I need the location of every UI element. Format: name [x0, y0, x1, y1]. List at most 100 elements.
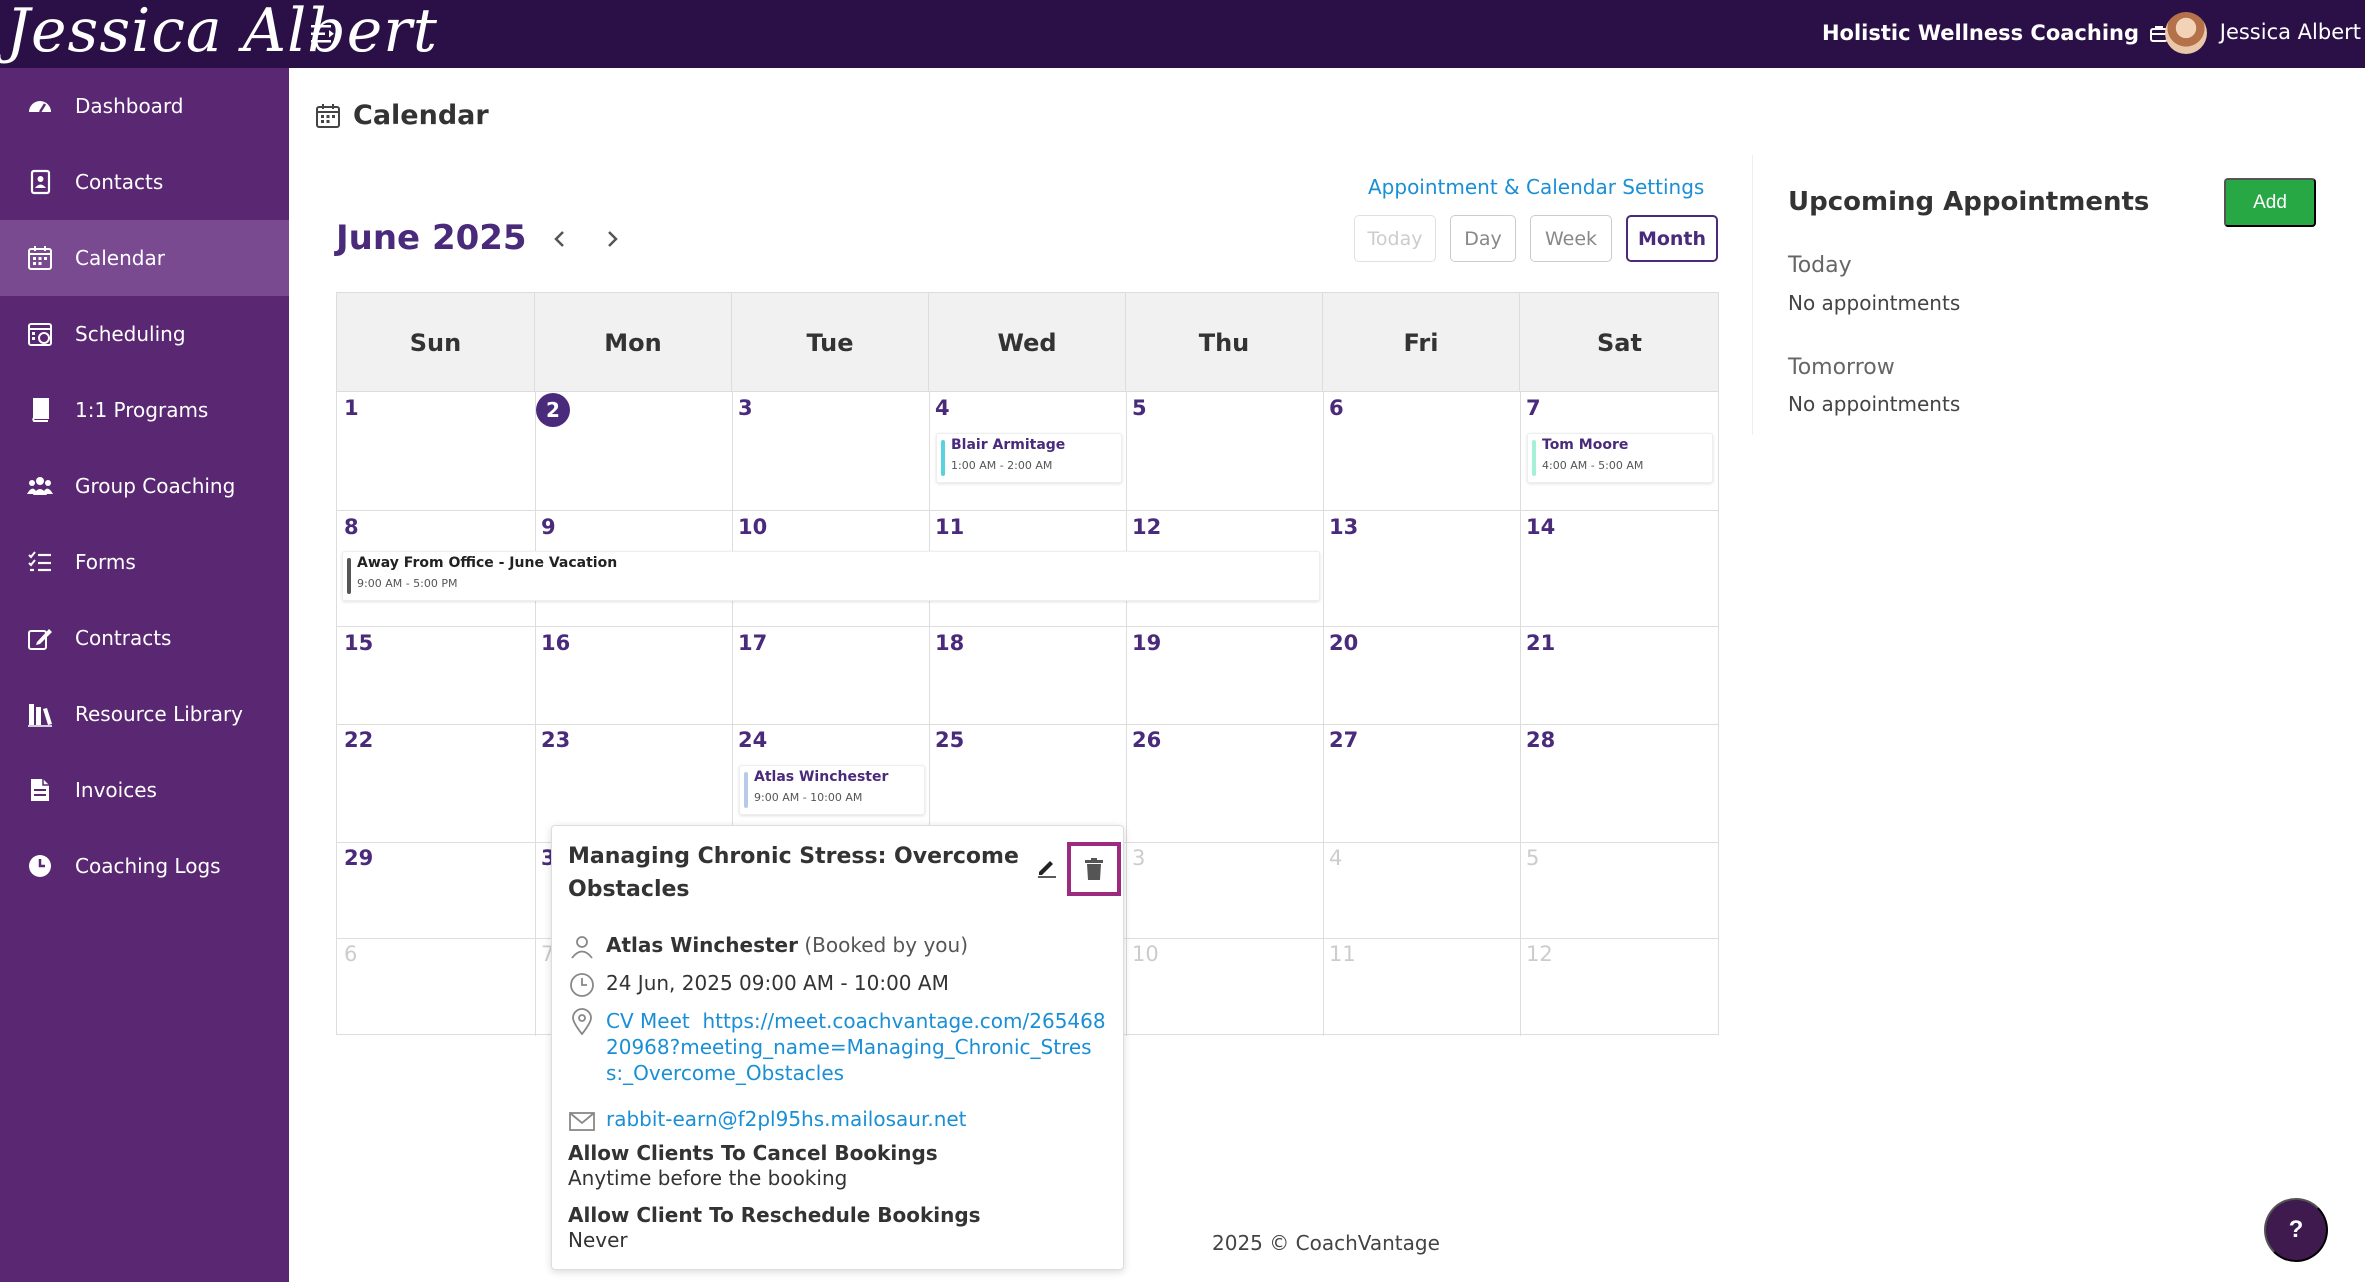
location-pin-icon — [572, 1008, 592, 1036]
sidebar: Dashboard Contacts Calendar Scheduling 1… — [0, 68, 289, 1282]
calendar-header-row: Sun Mon Tue Wed Thu Fri Sat — [337, 293, 1718, 392]
event-atlas-winchester[interactable]: Atlas Winchester 9:00 AM - 10:00 AM — [739, 765, 925, 815]
event-details-popup: Managing Chronic Stress: Overcome Obstac… — [551, 825, 1124, 1270]
day-cell-number[interactable]: 12 — [1526, 942, 1553, 966]
scheduling-icon — [28, 323, 52, 346]
sidebar-item-invoices[interactable]: Invoices — [0, 752, 289, 828]
day-cell-number[interactable]: 23 — [541, 728, 570, 752]
event-client-name: Atlas Winchester — [606, 933, 798, 957]
user-icon — [571, 936, 593, 959]
today-day-number[interactable]: 2 — [536, 393, 570, 427]
calendar-settings-link[interactable]: Appointment & Calendar Settings — [1368, 175, 1704, 199]
event-tom-moore[interactable]: Tom Moore 4:00 AM - 5:00 AM — [1527, 433, 1713, 483]
edit-pencil-icon[interactable] — [1036, 856, 1058, 878]
day-cell-number[interactable]: 19 — [1132, 631, 1161, 655]
day-cell-number[interactable]: 10 — [1132, 942, 1159, 966]
day-cell-number[interactable]: 20 — [1329, 631, 1358, 655]
page-title: Calendar — [315, 100, 489, 131]
upcoming-today-label: Today — [1788, 253, 1852, 278]
sidebar-item-group-coaching[interactable]: Group Coaching — [0, 448, 289, 524]
day-view-button[interactable]: Day — [1450, 215, 1516, 262]
sidebar-item-coaching-logs[interactable]: Coaching Logs — [0, 828, 289, 904]
day-cell-number[interactable]: 12 — [1132, 515, 1161, 539]
page-title-text: Calendar — [353, 100, 489, 131]
day-cell-number[interactable]: 4 — [1329, 846, 1342, 870]
day-cell-number[interactable]: 4 — [935, 396, 950, 420]
day-cell-number[interactable]: 28 — [1526, 728, 1555, 752]
day-cell-number[interactable]: 25 — [935, 728, 964, 752]
day-cell-number[interactable]: 9 — [541, 515, 556, 539]
day-cell-number[interactable]: 5 — [1132, 396, 1147, 420]
day-cell-number[interactable]: 21 — [1526, 631, 1555, 655]
today-button[interactable]: Today — [1354, 215, 1436, 262]
invoice-icon — [31, 779, 49, 801]
month-view-button[interactable]: Month — [1626, 215, 1718, 262]
next-month-chevron-right-icon[interactable] — [600, 224, 624, 254]
sidebar-item-scheduling[interactable]: Scheduling — [0, 296, 289, 372]
sidebar-item-forms[interactable]: Forms — [0, 524, 289, 600]
cancel-policy-label: Allow Clients To Cancel Bookings — [568, 1141, 938, 1165]
event-datetime-row: 24 Jun, 2025 09:00 AM - 10:00 AM — [568, 971, 949, 999]
sidebar-item-contacts[interactable]: Contacts — [0, 144, 289, 220]
day-cell-number[interactable]: 3 — [1132, 846, 1145, 870]
delete-button[interactable] — [1067, 842, 1121, 896]
day-cell-number[interactable]: 22 — [344, 728, 373, 752]
event-blair-armitage[interactable]: Blair Armitage 1:00 AM - 2:00 AM — [936, 433, 1122, 483]
event-datetime: 24 Jun, 2025 09:00 AM - 10:00 AM — [606, 971, 949, 995]
day-cell-number[interactable]: 6 — [344, 942, 357, 966]
brand-logo[interactable]: Jessica Albert — [6, 0, 438, 66]
sidebar-item-contracts[interactable]: Contracts — [0, 600, 289, 676]
sidebar-item-calendar[interactable]: Calendar — [0, 220, 289, 296]
sidebar-item-resource-library[interactable]: Resource Library — [0, 676, 289, 752]
day-cell-number[interactable]: 11 — [1329, 942, 1356, 966]
week-view-button[interactable]: Week — [1530, 215, 1612, 262]
event-away-from-office[interactable]: Away From Office - June Vacation 9:00 AM… — [342, 551, 1320, 601]
day-cell-number[interactable]: 8 — [344, 515, 359, 539]
group-icon — [27, 477, 53, 495]
dow-mon: Mon — [535, 293, 732, 392]
reschedule-policy-value: Never — [568, 1228, 628, 1252]
user-name[interactable]: Jessica Albert — [2220, 20, 2361, 44]
day-cell-number[interactable]: 29 — [344, 846, 373, 870]
add-appointment-button[interactable]: Add — [2224, 178, 2316, 227]
footer-copyright: 2025 © CoachVantage — [1212, 1231, 1440, 1255]
sidebar-item-programs[interactable]: 1:1 Programs — [0, 372, 289, 448]
day-cell-number[interactable]: 6 — [1329, 396, 1344, 420]
day-cell-number[interactable]: 26 — [1132, 728, 1161, 752]
day-cell-number[interactable]: 15 — [344, 631, 373, 655]
day-cell-number[interactable]: 27 — [1329, 728, 1358, 752]
avatar[interactable] — [2165, 12, 2207, 54]
day-cell-number[interactable]: 24 — [738, 728, 767, 752]
day-cell-number[interactable]: 3 — [738, 396, 753, 420]
trash-icon — [1085, 858, 1103, 880]
upcoming-tomorrow-label: Tomorrow — [1788, 355, 1895, 380]
dow-fri: Fri — [1323, 293, 1520, 392]
dow-tue: Tue — [732, 293, 929, 392]
event-email-link[interactable]: rabbit-earn@f2pl95hs.mailosaur.net — [606, 1107, 967, 1131]
help-button[interactable]: ? — [2264, 1198, 2328, 1262]
reschedule-policy-label: Allow Client To Reschedule Bookings — [568, 1203, 981, 1227]
prev-month-chevron-left-icon[interactable] — [548, 224, 572, 254]
day-cell-number[interactable]: 18 — [935, 631, 964, 655]
dow-sat: Sat — [1597, 328, 1642, 357]
event-title: Managing Chronic Stress: Overcome Obstac… — [568, 844, 1019, 902]
day-cell-number[interactable]: 1 — [344, 396, 359, 420]
upcoming-tomorrow-value: No appointments — [1788, 392, 1961, 416]
contract-icon — [28, 629, 52, 650]
dow-sun: Sun — [337, 293, 535, 392]
event-email-row: rabbit-earn@f2pl95hs.mailosaur.net — [568, 1107, 967, 1135]
day-cell-number[interactable]: 5 — [1526, 846, 1539, 870]
menu-toggle-icon[interactable] — [310, 22, 336, 46]
month-label: June 2025 — [336, 218, 527, 258]
day-cell-number[interactable]: 7 — [1526, 396, 1541, 420]
day-cell-number[interactable]: 16 — [541, 631, 570, 655]
sidebar-item-dashboard[interactable]: Dashboard — [0, 68, 289, 144]
day-cell-number[interactable]: 14 — [1526, 515, 1555, 539]
day-cell-number[interactable]: 11 — [935, 515, 964, 539]
event-location-row: CV Meet https://meet.coachvantage.com/26… — [568, 1008, 1108, 1086]
contacts-icon — [30, 169, 51, 195]
day-cell-number[interactable]: 10 — [738, 515, 767, 539]
dow-thu: Thu — [1126, 293, 1323, 392]
day-cell-number[interactable]: 17 — [738, 631, 767, 655]
day-cell-number[interactable]: 13 — [1329, 515, 1358, 539]
